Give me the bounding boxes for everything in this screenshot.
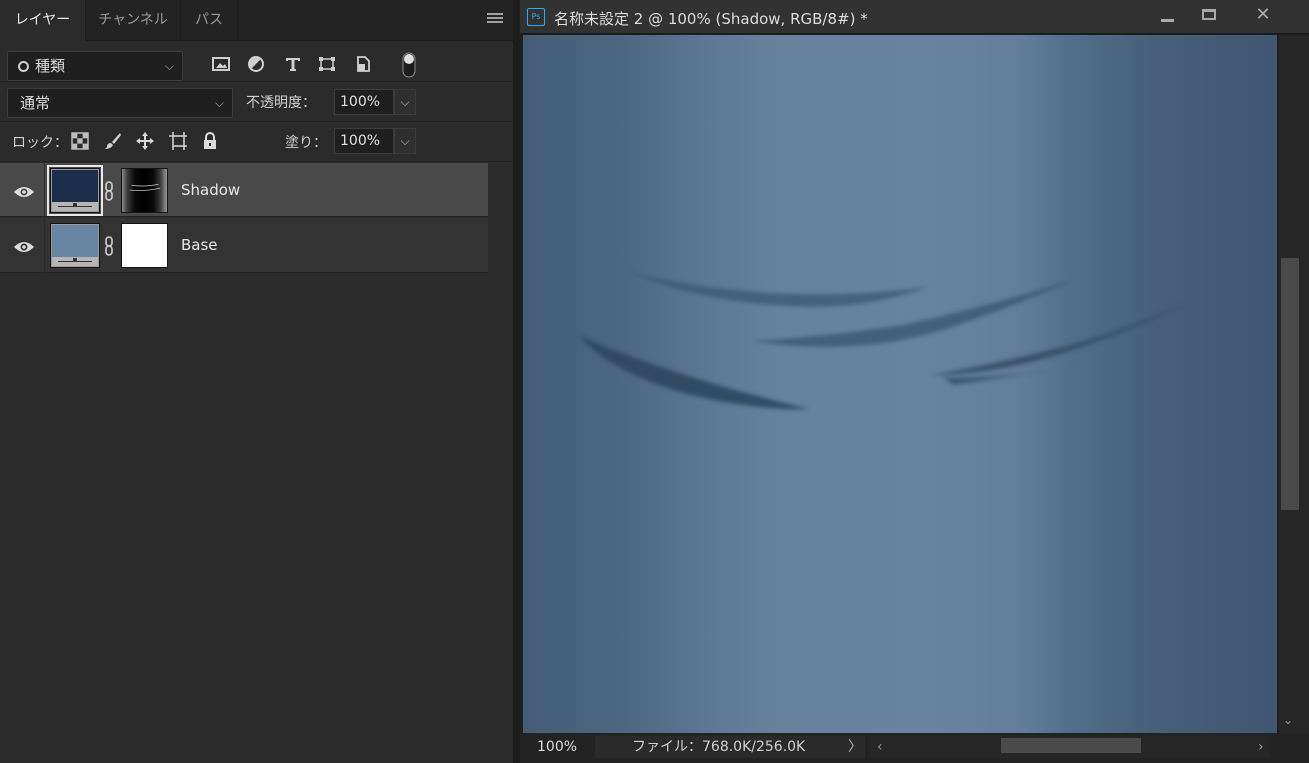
document-window: Ps 名称未設定 2 @ 100% (Shadow, RGB/8#) * ✕ ⌄… (520, 0, 1309, 763)
layer-filter-row: 種類 ⌵ (0, 42, 513, 82)
blend-mode-dropdown[interactable]: 通常 ⌵ (7, 88, 233, 118)
minimize-button[interactable] (1149, 6, 1185, 26)
fill-label[interactable]: 塗り： (285, 132, 327, 152)
chevron-down-icon: ⌵ (214, 96, 224, 110)
fill-layer-bar (52, 257, 98, 266)
layer-color-swatch (52, 170, 98, 202)
document-info: ファイル：768.0K/256.0K (595, 736, 865, 758)
tab-layers[interactable]: レイヤー (0, 0, 85, 42)
kind-filter-dropdown[interactable]: 種類 ⌵ (7, 51, 183, 81)
layer-name[interactable]: Shadow (181, 181, 240, 199)
scroll-left-icon[interactable]: ‹ (877, 736, 883, 758)
scroll-right-icon[interactable]: › (1258, 736, 1264, 758)
link-chain-icon[interactable] (104, 236, 114, 256)
lock-artboard-icon[interactable] (169, 132, 187, 150)
horizontal-scroll-thumb[interactable] (1001, 738, 1141, 753)
layer-name[interactable]: Base (181, 236, 218, 254)
fill-input[interactable]: 100% (334, 128, 394, 154)
layers-panel: レイヤー チャンネル パス 種類 ⌵ 通常 ⌵ 不透明度： 100% ⌵ ロック… (0, 0, 513, 763)
kind-filter-label: 種類 (35, 57, 66, 75)
divider (44, 218, 45, 273)
blend-row: 通常 ⌵ 不透明度： 100% ⌵ (0, 82, 513, 122)
panel-divider[interactable] (513, 0, 520, 763)
document-tab[interactable]: Ps 名称未設定 2 @ 100% (Shadow, RGB/8#) * ✕ (520, 0, 1309, 34)
fill-dropdown-button[interactable]: ⌵ (394, 128, 416, 154)
opacity-dropdown-button[interactable]: ⌵ (394, 89, 416, 115)
layer-thumbnail[interactable] (50, 223, 100, 268)
lock-image-pixels-icon[interactable] (104, 132, 122, 150)
search-icon (18, 61, 29, 72)
layer-row-base[interactable]: Base (0, 218, 488, 273)
fill-layer-bar (52, 202, 98, 211)
layer-row-shadow[interactable]: Shadow (0, 163, 488, 218)
smart-object-filter-icon[interactable] (354, 56, 372, 72)
panel-tab-bar: レイヤー チャンネル パス (0, 0, 513, 42)
hamburger-menu-icon[interactable] (487, 13, 503, 27)
close-icon[interactable]: ✕ (1245, 6, 1281, 26)
tab-channels[interactable]: チャンネル (85, 0, 180, 41)
layer-mask-thumbnail[interactable] (121, 168, 168, 213)
layer-mask-thumbnail[interactable] (121, 223, 168, 268)
brush-strokes (578, 271, 1186, 410)
adjustment-filter-icon[interactable] (247, 56, 265, 72)
layer-thumbnail[interactable] (47, 165, 103, 216)
vertical-scroll-thumb[interactable] (1281, 258, 1299, 510)
status-menu-arrow-icon[interactable]: 〉 (848, 736, 862, 758)
lock-all-icon[interactable] (201, 132, 219, 150)
eye-icon[interactable] (13, 239, 35, 253)
eye-icon[interactable] (13, 184, 35, 198)
photoshop-document-icon: Ps (527, 8, 545, 26)
link-chain-icon[interactable] (104, 181, 114, 201)
zoom-level-field[interactable]: 100% (524, 736, 594, 758)
lock-row: ロック： 塗り： 100% ⌵ (0, 122, 513, 162)
maximize-button[interactable] (1191, 6, 1227, 26)
image-filter-icon[interactable] (212, 56, 230, 72)
tab-paths[interactable]: パス (180, 0, 238, 41)
divider (44, 163, 45, 218)
document-title: 名称未設定 2 @ 100% (Shadow, RGB/8#) * (554, 10, 868, 28)
status-bar: 100% ファイル：768.0K/256.0K 〉 ‹ › (520, 733, 1309, 763)
shape-filter-icon[interactable] (318, 56, 336, 72)
image-canvas[interactable] (523, 35, 1277, 733)
type-filter-icon[interactable] (284, 56, 302, 72)
layer-color-swatch (52, 225, 98, 257)
lock-transparent-pixels-icon[interactable] (71, 132, 89, 150)
blend-mode-value: 通常 (20, 94, 51, 112)
lock-position-icon[interactable] (136, 132, 154, 150)
opacity-label[interactable]: 不透明度： (246, 92, 316, 112)
filter-toggle-icon[interactable] (400, 52, 418, 78)
opacity-input[interactable]: 100% (334, 89, 394, 115)
scroll-down-icon[interactable]: ⌄ (1283, 713, 1293, 727)
chevron-down-icon: ⌵ (164, 59, 174, 73)
lock-label: ロック： (12, 135, 68, 151)
